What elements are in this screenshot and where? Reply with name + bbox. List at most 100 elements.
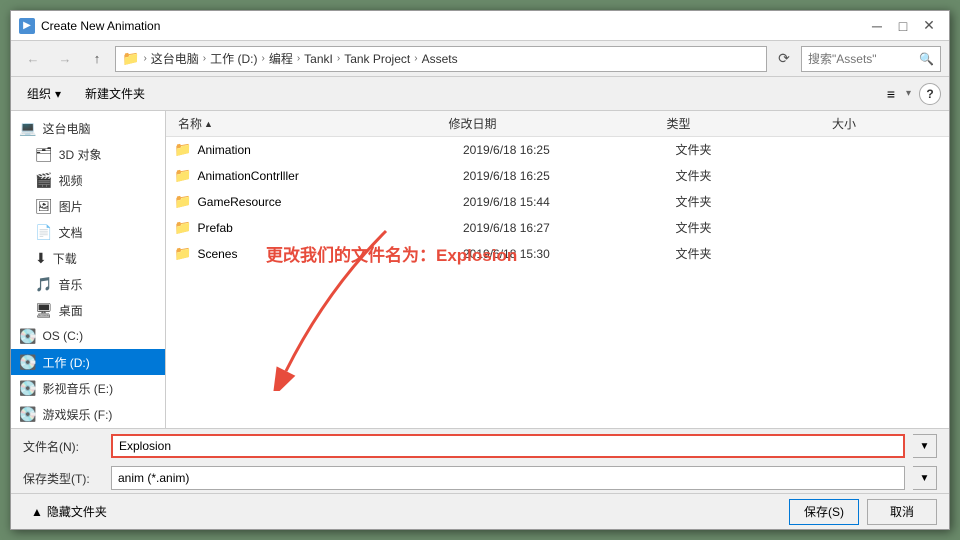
breadcrumb-part-2[interactable]: 编程 xyxy=(269,50,293,67)
breadcrumb-sep-3: › xyxy=(261,53,264,64)
video-icon: 🎬 xyxy=(35,172,52,189)
filename-row: 文件名(N): ▼ xyxy=(11,429,949,463)
folder-icon: 📁 xyxy=(174,219,191,236)
breadcrumb-sep-1: › xyxy=(143,53,146,64)
forward-button[interactable]: → xyxy=(51,46,79,72)
breadcrumb-part-3[interactable]: TankI xyxy=(304,52,333,66)
breadcrumb-sep-6: › xyxy=(414,53,417,64)
folder-icon: 📁 xyxy=(174,141,191,158)
breadcrumb-part-4[interactable]: Tank Project xyxy=(344,52,410,66)
title-bar: ▶ Create New Animation ─ □ ✕ xyxy=(11,11,949,41)
filetype-label: 保存类型(T): xyxy=(23,470,103,487)
refresh-button[interactable]: ⟳ xyxy=(771,46,797,72)
chevron-up-icon: ▲ xyxy=(31,505,43,519)
table-row[interactable]: 📁 AnimationContrlller 2019/6/18 16:25 文件… xyxy=(166,163,949,189)
sidebar-item-video[interactable]: 🎬 视频 xyxy=(11,167,165,193)
docs-icon: 📄 xyxy=(35,224,52,241)
cancel-button[interactable]: 取消 xyxy=(867,499,937,525)
file-name: Scenes xyxy=(197,247,463,261)
file-date: 2019/6/18 16:27 xyxy=(463,221,675,235)
filename-label: 文件名(N): xyxy=(23,438,103,455)
drive-e-icon: 💽 xyxy=(19,380,36,397)
file-name: GameResource xyxy=(197,195,463,209)
sidebar-item-label: 音乐 xyxy=(58,276,82,293)
sidebar-item-music[interactable]: 🎵 音乐 xyxy=(11,271,165,297)
filename-dropdown-button[interactable]: ▼ xyxy=(913,434,937,458)
sidebar-item-picture[interactable]: 🖼 图片 xyxy=(11,193,165,219)
organize-label: 组织 xyxy=(27,85,51,102)
hide-folder-button[interactable]: ▲ 隐藏文件夹 xyxy=(23,499,115,525)
filetype-row: 保存类型(T): anim (*.anim) ▼ xyxy=(11,463,949,493)
sidebar-item-label: 影视音乐 (E:) xyxy=(42,380,113,397)
music-icon: 🎵 xyxy=(35,276,52,293)
up-button[interactable]: ↑ xyxy=(83,46,111,72)
new-folder-button[interactable]: 新建文件夹 xyxy=(77,81,153,107)
breadcrumb-part-5[interactable]: Assets xyxy=(422,52,458,66)
filetype-dropdown-button[interactable]: ▼ xyxy=(913,466,937,490)
search-input[interactable] xyxy=(808,52,917,66)
sidebar-item-work[interactable]: 💽 工作 (D:) xyxy=(11,349,165,375)
dialog-window: ▶ Create New Animation ─ □ ✕ ← → ↑ 📁 › 这… xyxy=(10,10,950,530)
footer-row: ▲ 隐藏文件夹 保存(S) 取消 xyxy=(11,493,949,529)
file-name: Prefab xyxy=(197,221,463,235)
sidebar-item-desktop[interactable]: 🖥 桌面 xyxy=(11,297,165,323)
table-row[interactable]: 📁 Scenes 2019/6/18 15:30 文件夹 xyxy=(166,241,949,267)
sidebar-item-label: 工作 (D:) xyxy=(42,354,89,371)
folder-icon: 📁 xyxy=(174,245,191,262)
sidebar-item-label: 下载 xyxy=(53,250,77,267)
table-row[interactable]: 📁 Prefab 2019/6/18 16:27 文件夹 xyxy=(166,215,949,241)
footer-actions: 保存(S) 取消 xyxy=(789,499,937,525)
navigation-toolbar: ← → ↑ 📁 › 这台电脑 › 工作 (D:) › 编程 › TankI › … xyxy=(11,41,949,77)
sidebar-item-label: 这台电脑 xyxy=(42,120,90,137)
sidebar-item-media[interactable]: 💽 影视音乐 (E:) xyxy=(11,375,165,401)
breadcrumb-part-0[interactable]: 这台电脑 xyxy=(151,50,199,67)
sidebar-item-os[interactable]: 💽 OS (C:) xyxy=(11,323,165,349)
file-type: 文件夹 xyxy=(675,193,834,210)
folder-icon: 📁 xyxy=(174,167,191,184)
table-row[interactable]: 📁 GameResource 2019/6/18 15:44 文件夹 xyxy=(166,189,949,215)
table-row[interactable]: 📁 Animation 2019/6/18 16:25 文件夹 xyxy=(166,137,949,163)
sidebar-item-download[interactable]: ⬇ 下载 xyxy=(11,245,165,271)
sidebar-item-games[interactable]: 💽 游戏娱乐 (F:) xyxy=(11,401,165,427)
filetype-select[interactable]: anim (*.anim) xyxy=(111,466,905,490)
maximize-button[interactable]: □ xyxy=(891,15,915,37)
content-area: 名称 ▲ 修改日期 类型 大小 📁 Animation 2019/6/18 16… xyxy=(166,111,949,428)
organize-button[interactable]: 组织 ▾ xyxy=(19,81,69,107)
action-bar: 组织 ▾ 新建文件夹 ≡ ▾ ? xyxy=(11,77,949,111)
app-icon: ▶ xyxy=(19,18,35,34)
close-button[interactable]: ✕ xyxy=(917,15,941,37)
sidebar-item-computer[interactable]: 💻 这台电脑 xyxy=(11,115,165,141)
file-type: 文件夹 xyxy=(675,141,834,158)
sidebar-item-label: 视频 xyxy=(58,172,82,189)
sidebar-item-3d[interactable]: 🗂 3D 对象 xyxy=(11,141,165,167)
save-button[interactable]: 保存(S) xyxy=(789,499,859,525)
breadcrumb-part-1[interactable]: 工作 (D:) xyxy=(210,50,257,67)
breadcrumb-sep-5: › xyxy=(337,53,340,64)
download-icon: ⬇ xyxy=(35,250,47,267)
col-header-date[interactable]: 修改日期 xyxy=(445,115,663,132)
sidebar: 💻 这台电脑 🗂 3D 对象 🎬 视频 🖼 图片 📄 文档 ⬇ 下载 xyxy=(11,111,166,428)
breadcrumb-bar[interactable]: 📁 › 这台电脑 › 工作 (D:) › 编程 › TankI › Tank P… xyxy=(115,46,767,72)
drive-d-icon: 💽 xyxy=(19,354,36,371)
sidebar-item-label: 文档 xyxy=(58,224,82,241)
col-header-name[interactable]: 名称 ▲ xyxy=(174,115,445,132)
folder-icon: 📁 xyxy=(174,193,191,210)
breadcrumb-sep-2: › xyxy=(203,53,206,64)
breadcrumb-sep-4: › xyxy=(297,53,300,64)
drive-c-icon: 💽 xyxy=(19,328,36,345)
file-name: Animation xyxy=(197,143,463,157)
filename-input[interactable] xyxy=(111,434,905,458)
help-button[interactable]: ? xyxy=(919,83,941,105)
view-icon-button[interactable]: ≡ xyxy=(878,81,904,107)
minimize-button[interactable]: ─ xyxy=(865,15,889,37)
sidebar-item-label: 桌面 xyxy=(59,302,83,319)
picture-icon: 🖼 xyxy=(35,198,53,215)
col-header-type[interactable]: 类型 xyxy=(663,115,829,132)
file-type: 文件夹 xyxy=(675,219,834,236)
back-button[interactable]: ← xyxy=(19,46,47,72)
col-header-size[interactable]: 大小 xyxy=(828,115,941,132)
search-icon: 🔍 xyxy=(919,52,934,66)
sidebar-item-docs[interactable]: 📄 文档 xyxy=(11,219,165,245)
view-chevron-icon: ▾ xyxy=(906,88,911,99)
file-list-header: 名称 ▲ 修改日期 类型 大小 xyxy=(166,111,949,137)
